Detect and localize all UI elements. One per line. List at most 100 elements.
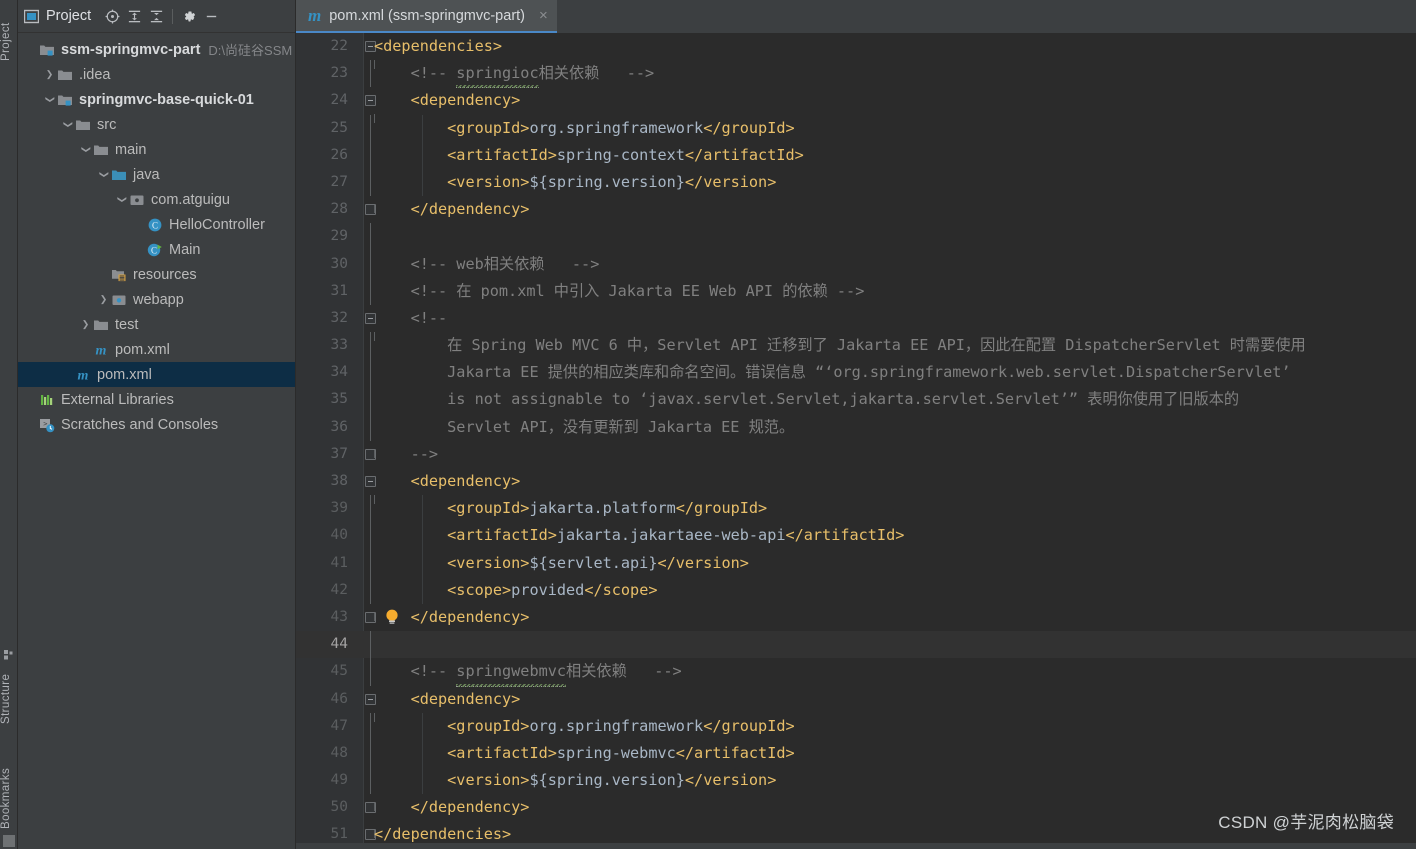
locate-icon[interactable] <box>101 5 123 27</box>
code-text: <artifactId>spring-context</artifactId> <box>447 145 804 164</box>
tree-item[interactable]: C HelloController <box>18 212 295 237</box>
code-line[interactable]: 37 --> <box>296 441 1416 468</box>
code-line[interactable]: 40 <artifactId>jakarta.jakartaee-web-api… <box>296 522 1416 550</box>
code-line[interactable]: 22 <dependencies> <box>296 33 1416 69</box>
stripe-button-structure[interactable]: Structure <box>0 660 18 738</box>
tree-item-label: .idea <box>79 66 111 83</box>
chevron-right-icon[interactable]: ❯ <box>78 312 93 337</box>
line-number: 47 <box>330 717 348 734</box>
module-folder-icon <box>57 92 73 108</box>
code-line[interactable]: 29 <box>296 223 1416 251</box>
code-line[interactable]: 48 <artifactId>spring-webmvc</artifactId… <box>296 739 1416 768</box>
code-line[interactable]: 33 在 Spring Web MVC 6 中，Servlet API 迁移到了… <box>296 332 1416 360</box>
code-line[interactable]: 25 <groupId>org.springframework</groupId… <box>296 114 1416 142</box>
chevron-right-icon[interactable]: ❯ <box>42 62 57 87</box>
gear-icon[interactable] <box>178 5 200 27</box>
code-line[interactable]: 36 Servlet API，没有更新到 Jakarta EE 规范。 <box>296 413 1416 441</box>
code-line[interactable]: 45 <!-- springwebmvc相关依赖 --> <box>296 658 1416 687</box>
code-line[interactable]: 44 <box>296 631 1416 659</box>
chevron-down-icon[interactable]: ❯ <box>60 112 75 137</box>
structure-icon <box>4 650 13 660</box>
close-icon[interactable]: × <box>539 7 548 24</box>
chevron-down-icon[interactable]: ❯ <box>78 137 93 162</box>
editor-tab-pom-xml[interactable]: m pom.xml (ssm-springmvc-part) × <box>296 0 557 33</box>
code-line[interactable]: 46 <dependency> <box>296 686 1416 722</box>
tree-item[interactable]: ssm-springmvc-part D:\尚硅谷SSM <box>18 37 295 62</box>
tree-item-label: pom.xml <box>97 366 152 383</box>
chevron-down-icon[interactable]: ❯ <box>114 187 129 212</box>
expand-all-icon[interactable] <box>123 5 145 27</box>
chevron-down-icon[interactable]: ❯ <box>96 162 111 187</box>
code-line[interactable]: 49 <version>${spring.version}</version> <box>296 767 1416 795</box>
chevron-down-icon[interactable]: ❯ <box>42 87 57 112</box>
line-number: 32 <box>330 309 348 326</box>
tree-item-label: java <box>133 166 160 183</box>
tree-item[interactable]: ❯ java <box>18 162 295 187</box>
line-number: 39 <box>330 500 348 517</box>
source-folder-icon <box>111 167 127 183</box>
line-number: 30 <box>330 255 348 272</box>
code-text: <dependencies> <box>374 37 503 55</box>
stripe-button-project[interactable]: Project <box>0 2 18 82</box>
code-line[interactable]: 43 </dependency> <box>296 604 1416 631</box>
scratches-icon: >_ <box>39 417 55 433</box>
code-line[interactable]: 35 is not assignable to ‘javax.servlet.S… <box>296 386 1416 414</box>
code-line[interactable]: 41 <version>${servlet.api}</version> <box>296 549 1416 577</box>
toolbar-divider <box>172 8 174 24</box>
code-line[interactable]: 24 <dependency> <box>296 87 1416 124</box>
tree-item[interactable]: ❯ test <box>18 312 295 337</box>
code-editor[interactable]: 22 <dependencies> 23 <!-- springioc相关依赖 --… <box>296 33 1416 849</box>
code-line[interactable]: 28 </dependency> <box>296 196 1416 223</box>
code-line[interactable]: 38 <dependency> <box>296 468 1416 504</box>
svg-text:C: C <box>152 220 158 230</box>
collapse-all-icon[interactable] <box>145 5 167 27</box>
code-line[interactable]: 34 Jakarta EE 提供的相应类库和命名空间。错误信息 “‘org.sp… <box>296 359 1416 387</box>
tree-item[interactable]: C Main <box>18 237 295 262</box>
tree-item[interactable]: ❯ springmvc-base-quick-01 <box>18 87 295 112</box>
tree-item[interactable]: resources <box>18 262 295 287</box>
code-line[interactable]: 23 <!-- springioc相关依赖 --> <box>296 60 1416 89</box>
webapp-folder-icon <box>111 292 127 308</box>
chevron-right-icon[interactable]: ❯ <box>96 287 111 312</box>
stripe-button-bookmarks[interactable]: Bookmarks <box>0 752 18 844</box>
editor-bottom-strip <box>296 843 1416 849</box>
code-line[interactable]: 39 <groupId>jakarta.platform</groupId> <box>296 495 1416 523</box>
line-number: 46 <box>330 690 348 707</box>
code-line[interactable]: 42 <scope>provided</scope> <box>296 576 1416 604</box>
tree-item[interactable]: m pom.xml <box>18 337 295 362</box>
code-lines[interactable]: 22 <dependencies> 23 <!-- springioc相关依赖 --… <box>296 33 1416 849</box>
code-line[interactable]: 32 <!-- <box>296 305 1416 341</box>
code-line[interactable]: 30 <!-- web相关依赖 --> <box>296 250 1416 278</box>
code-line[interactable]: 50 </dependency> <box>296 794 1416 821</box>
fold-marker[interactable] <box>362 631 378 659</box>
code-line[interactable]: 27 <version>${spring.version}</version> <box>296 168 1416 197</box>
tree-item-selected[interactable]: m pom.xml <box>18 362 295 387</box>
module-folder-icon <box>39 42 55 58</box>
intention-bulb-icon[interactable] <box>384 608 400 627</box>
java-class-runnable-icon: C <box>147 242 163 258</box>
project-tree: ssm-springmvc-part D:\尚硅谷SSM ❯ .idea ❯ spring… <box>18 33 295 437</box>
code-text: <groupId>org.springframework</groupId> <box>447 716 795 735</box>
fold-marker[interactable] <box>362 223 378 251</box>
code-text: <!-- springwebmvc相关依赖 --> <box>374 658 682 687</box>
folder-icon <box>93 317 109 333</box>
tree-item[interactable]: ❯ main <box>18 137 295 162</box>
line-number: 37 <box>330 445 348 462</box>
line-number: 38 <box>330 473 348 489</box>
tree-item[interactable]: >_ Scratches and Consoles <box>18 412 295 437</box>
code-line[interactable]: 47 <groupId>org.springframework</groupId… <box>296 712 1416 740</box>
minimize-icon[interactable] <box>200 5 222 27</box>
line-number: 45 <box>330 663 348 680</box>
tree-item-label: com.atguigu <box>151 191 230 208</box>
tree-item[interactable]: ❯ webapp <box>18 287 295 312</box>
tree-item[interactable]: ❯ .idea <box>18 62 295 87</box>
tree-item[interactable]: External Libraries <box>18 387 295 412</box>
tree-item[interactable]: ❯ src <box>18 112 295 137</box>
tree-item[interactable]: ❯ com.atguigu <box>18 187 295 212</box>
code-text: <dependency> <box>410 472 521 490</box>
code-line[interactable]: 31 <!-- 在 pom.xml 中引入 Jakarta EE Web API… <box>296 277 1416 305</box>
line-number: 24 <box>330 92 348 109</box>
code-line[interactable]: 26 <artifactId>spring-context</artifactI… <box>296 141 1416 169</box>
bookmarks-icon <box>3 835 15 847</box>
